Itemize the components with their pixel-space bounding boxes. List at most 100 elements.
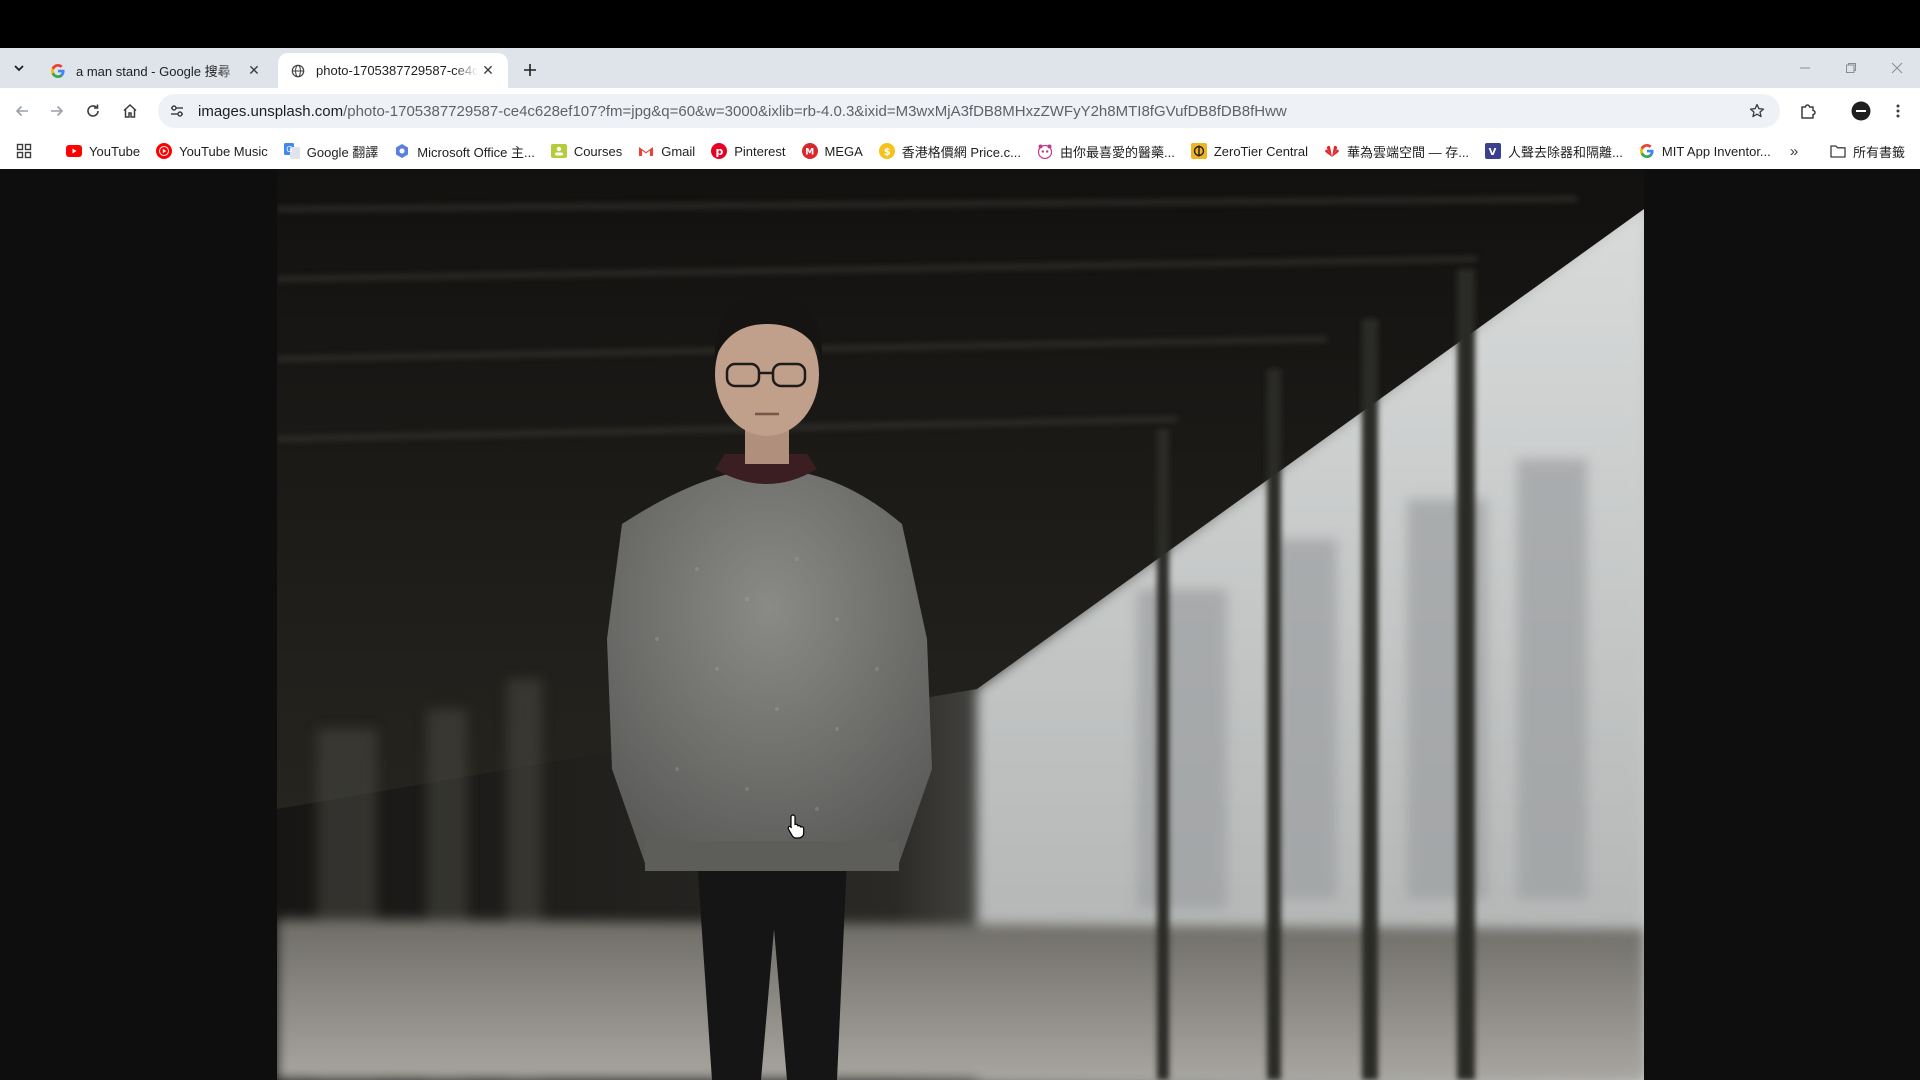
bookmark-youtube-music[interactable]: YouTube Music [148,137,276,165]
back-button[interactable] [7,96,37,126]
address-bar[interactable]: images.unsplash.com/photo-1705387729587-… [158,94,1780,128]
minimize-button[interactable] [1782,48,1828,88]
bookmark-list: YouTube YouTube Music G Google 翻譯 Micros… [58,133,1779,169]
forward-button[interactable] [42,96,72,126]
svg-text:G: G [286,145,292,154]
svg-text:p: p [716,145,724,158]
browser-toolbar: images.unsplash.com/photo-1705387729587-… [0,88,1920,133]
mega-icon: M [801,143,818,159]
office-icon [394,143,410,159]
huawei-icon [1324,143,1340,159]
page-viewport [0,169,1920,1080]
double-chevron-right-icon: » [1789,142,1799,160]
close-icon[interactable]: ✕ [244,61,264,81]
arrow-left-icon [15,105,28,117]
url-path: /photo-1705387729587-ce4c628ef107?fm=jpg… [343,102,1287,120]
close-icon [1891,62,1903,74]
bookmark-huawei-cloud[interactable]: 華為雲端空間 — 存... [1316,137,1477,165]
bookmark-label: Microsoft Office 主... [417,144,535,160]
tab-title: photo-1705387729587-ce4c628ef107 [316,63,478,78]
minimize-icon [1800,67,1810,69]
bookmark-zerotier[interactable]: ZeroTier Central [1183,137,1316,165]
tab-search-button[interactable] [5,54,33,82]
apps-button[interactable] [14,141,34,161]
google-icon [50,63,66,79]
bookmark-pinterest[interactable]: p Pinterest [703,137,793,165]
hand-cursor-icon [786,813,808,844]
tab-title: a man stand - Google 搜尋 [76,64,231,79]
tab-strip: a man stand - Google 搜尋 ✕ photo-17053877… [0,48,1920,88]
vocal-remover-icon: V [1485,143,1502,159]
home-button[interactable] [115,96,145,126]
bookmark-star-button[interactable] [1742,96,1772,126]
globe-icon [290,63,306,79]
bookmark-label: Google 翻譯 [306,144,379,160]
more-bookmarks-button[interactable]: » [1782,139,1806,163]
plus-icon [524,64,536,76]
site-info-button[interactable] [162,96,192,126]
bookmark-vocal-remover[interactable]: V 人聲去除器和隔離... [1477,137,1631,165]
bookmark-gmail[interactable]: Gmail [630,137,703,165]
bookmark-youtube[interactable]: YouTube [58,137,148,165]
apps-grid-icon [16,143,32,159]
bookmark-label: MIT App Inventor... [1661,143,1771,159]
bookmark-label: ZeroTier Central [1213,143,1308,159]
reload-icon [87,104,99,117]
extensions-button[interactable] [1793,96,1823,126]
bookmark-label: Courses [573,143,623,159]
svg-text:$: $ [884,147,891,158]
folder-icon [1830,144,1846,158]
bookmark-google-translate[interactable]: G Google 翻譯 [276,137,387,165]
bookmark-label: YouTube [89,143,141,159]
all-bookmarks-label: 所有書籤 [1853,144,1906,160]
bookmark-label: Gmail [661,143,696,159]
url-text[interactable]: images.unsplash.com/photo-1705387729587-… [198,103,1742,120]
bookmark-mega[interactable]: M MEGA [794,137,871,165]
chevron-down-icon [14,65,24,72]
home-icon [123,103,137,118]
photo-man-standing-in-corridor [277,169,1644,1080]
svg-text:M: M [805,148,814,158]
courses-icon [550,143,567,159]
gmail-icon [638,143,654,159]
bookmark-pharmacy[interactable]: 由你最喜愛的醫藥... [1029,137,1183,165]
bookmark-mit-app-inventor[interactable]: MIT App Inventor... [1631,137,1779,165]
profile-avatar-icon [1851,101,1871,121]
panda-icon [1037,143,1053,159]
bookmark-price[interactable]: $ 香港格價網 Price.c... [871,137,1029,165]
bookmark-label: 華為雲端空間 — 存... [1346,144,1470,160]
google-icon [1639,143,1655,159]
arrow-right-icon [51,105,64,117]
bookmark-label: 人聲去除器和隔離... [1508,144,1623,160]
youtube-music-icon [156,143,173,159]
bookmark-label: Pinterest [734,143,786,159]
puzzle-icon [1801,104,1816,119]
close-window-button[interactable] [1874,48,1920,88]
close-icon[interactable]: ✕ [478,61,498,81]
bookmark-label: YouTube Music [179,143,268,159]
profile-button[interactable] [1846,96,1876,126]
reload-button[interactable] [78,96,108,126]
bookmark-label: 由你最喜愛的醫藥... [1059,144,1175,160]
zerotier-icon [1190,143,1207,159]
bookmarks-bar: YouTube YouTube Music G Google 翻譯 Micros… [0,133,1920,169]
all-bookmarks-button[interactable]: 所有書籤 [1830,133,1905,169]
tab-unsplash-photo[interactable]: photo-1705387729587-ce4c628ef107 ✕ [278,53,508,88]
bookmark-label: MEGA [824,143,863,159]
menu-button[interactable] [1883,96,1913,126]
price-icon: $ [878,143,895,159]
bookmark-label: 香港格價網 Price.c... [901,144,1021,160]
url-host: images.unsplash.com [198,102,344,120]
bookmark-courses[interactable]: Courses [543,137,630,165]
google-translate-icon: G [283,143,300,159]
tune-icon [171,105,183,117]
pinterest-icon: p [711,143,728,159]
svg-text:V: V [1489,147,1497,158]
restore-button[interactable] [1828,48,1874,88]
new-tab-button[interactable] [518,58,542,82]
bookmark-microsoft-office[interactable]: Microsoft Office 主... [386,137,543,165]
displayed-photo[interactable] [277,169,1644,1080]
youtube-icon [66,143,82,159]
tab-google-search[interactable]: a man stand - Google 搜尋 ✕ [38,53,274,88]
more-vert-icon [1896,104,1900,118]
